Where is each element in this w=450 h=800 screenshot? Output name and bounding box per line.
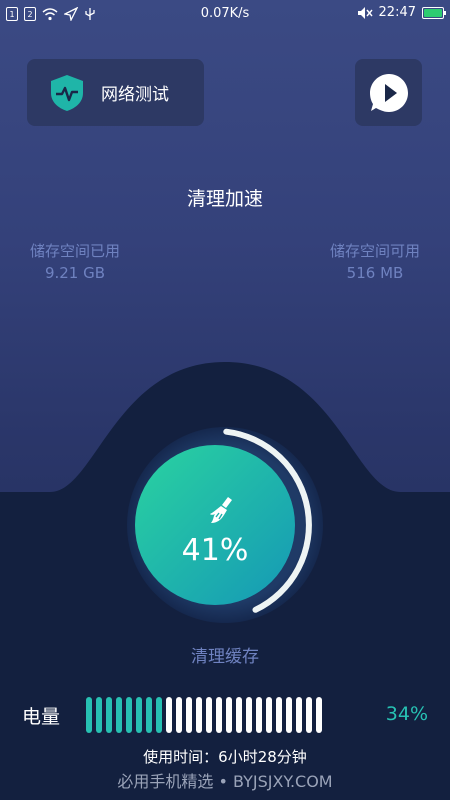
watermark: 必用手机精选 • BYJSJXY.COM	[117, 772, 333, 791]
power-bar-empty	[286, 697, 292, 733]
play-bubble-icon	[369, 73, 408, 112]
power-bar-empty	[186, 697, 192, 733]
status-right: 22:47	[357, 5, 446, 20]
power-bar-filled	[86, 697, 92, 733]
power-bar-empty	[306, 697, 312, 733]
storage-free-label: 储存空间可用	[329, 242, 420, 260]
clean-cache-label: 清理缓存	[191, 647, 259, 667]
storage-used-label: 储存空间已用	[29, 242, 120, 260]
power-bar-empty	[256, 697, 262, 733]
power-bar-filled	[136, 697, 142, 733]
gauge-graphic	[127, 427, 323, 623]
power-bar-filled	[126, 697, 132, 733]
power-bar-filled	[146, 697, 152, 733]
power-bar-empty	[276, 697, 282, 733]
power-bar-empty	[176, 697, 182, 733]
power-level-bars	[86, 697, 322, 733]
clean-gauge-button[interactable]: 41%	[115, 425, 335, 625]
power-bar-empty	[236, 697, 242, 733]
power-bar-filled	[116, 697, 122, 733]
power-bar-filled	[96, 697, 102, 733]
power-bar-empty	[206, 697, 212, 733]
power-bar-empty	[316, 697, 322, 733]
power-bar-empty	[296, 697, 302, 733]
storage-used: 储存空间已用 9.21 GB	[15, 240, 135, 282]
power-bar-empty	[216, 697, 222, 733]
gauge-percent: 41%	[181, 533, 249, 568]
battery-icon	[422, 6, 446, 19]
shield-pulse-icon	[51, 74, 83, 111]
clock: 22:47	[378, 5, 416, 20]
power-percent: 34%	[385, 703, 428, 725]
network-test-button[interactable]: 网络测试	[27, 59, 204, 126]
power-bar-filled	[106, 697, 112, 733]
storage-free: 储存空间可用 516 MB	[315, 240, 435, 282]
mute-icon	[357, 6, 373, 19]
power-bar-empty	[166, 697, 172, 733]
gauge-core	[135, 445, 295, 605]
play-button[interactable]	[355, 59, 422, 126]
storage-free-value: 516 MB	[346, 264, 404, 282]
usage-time: 使用时间：6小时28分钟	[143, 748, 307, 766]
power-bar-filled	[156, 697, 162, 733]
power-bar-empty	[226, 697, 232, 733]
power-label: 电量	[22, 706, 61, 728]
power-bar-empty	[196, 697, 202, 733]
power-bar-empty	[246, 697, 252, 733]
broom-icon	[210, 497, 232, 523]
status-bar: 1 2 0.07K/s 22:47	[0, 0, 450, 30]
network-test-label: 网络测试	[101, 85, 169, 105]
page-title: 清理加速	[186, 188, 263, 210]
storage-used-value: 9.21 GB	[44, 264, 106, 282]
power-bar-empty	[266, 697, 272, 733]
